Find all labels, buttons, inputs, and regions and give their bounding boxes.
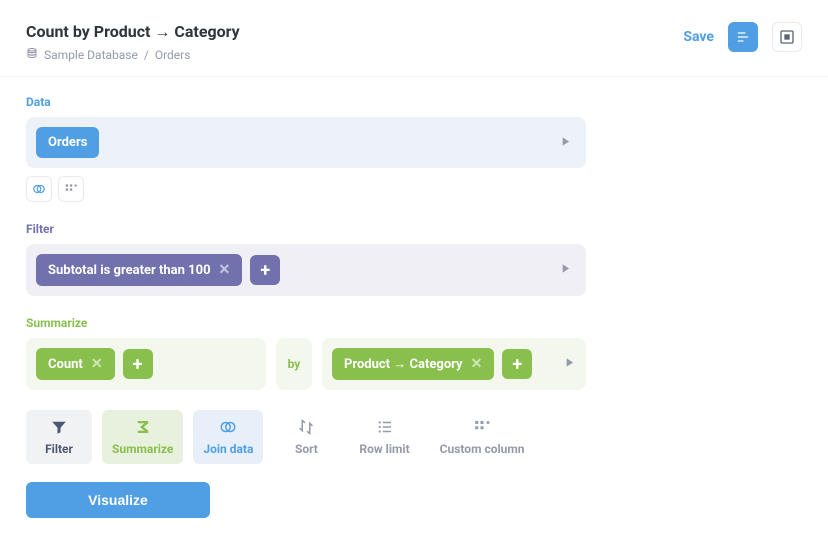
data-mini-actions bbox=[26, 176, 802, 202]
add-aggregation-button[interactable]: + bbox=[123, 349, 153, 379]
summarize-bar: Count ✕ + by Product → Category ✕ + bbox=[26, 338, 586, 390]
by-label: by bbox=[276, 338, 312, 390]
expand-icon-button[interactable] bbox=[772, 22, 802, 52]
database-icon bbox=[26, 47, 38, 62]
sort-action-label: Sort bbox=[295, 442, 318, 456]
breakout-cell: Product → Category ✕ + bbox=[322, 338, 586, 390]
summarize-section: Summarize Count ✕ + by Product → Categor… bbox=[26, 316, 802, 390]
remove-breakout-icon[interactable]: ✕ bbox=[471, 356, 483, 372]
page-title: Count by Product → Category bbox=[26, 22, 240, 42]
header: Count by Product → Category Sample Datab… bbox=[0, 0, 828, 77]
editor-view-button[interactable] bbox=[728, 22, 758, 52]
add-filter-button[interactable]: + bbox=[250, 255, 280, 285]
preview-filter-button[interactable] bbox=[558, 261, 572, 280]
query-editor: Data Orders Filter Subtotal is greater t… bbox=[0, 77, 828, 536]
breadcrumb-sep: / bbox=[144, 48, 149, 62]
summarize-action-label: Summarize bbox=[112, 442, 173, 456]
sort-action[interactable]: Sort bbox=[273, 410, 339, 464]
custom-column-icon-button[interactable] bbox=[58, 176, 84, 202]
summarize-action[interactable]: Summarize bbox=[102, 410, 183, 464]
header-actions: Save bbox=[683, 22, 802, 52]
filter-action-label: Filter bbox=[45, 442, 73, 456]
step-actions: Filter Summarize Join data Sort Row limi… bbox=[26, 410, 802, 464]
filter-chip-label: Subtotal is greater than 100 bbox=[48, 263, 211, 278]
breadcrumb-db[interactable]: Sample Database bbox=[44, 48, 138, 62]
save-button[interactable]: Save bbox=[683, 29, 714, 45]
visualize-button[interactable]: Visualize bbox=[26, 482, 210, 518]
aggregation-cell: Count ✕ + bbox=[26, 338, 266, 390]
preview-data-button[interactable] bbox=[558, 133, 572, 152]
breadcrumb-table[interactable]: Orders bbox=[155, 48, 191, 62]
filter-section: Filter Subtotal is greater than 100 ✕ + bbox=[26, 222, 802, 296]
filter-action[interactable]: Filter bbox=[26, 410, 92, 464]
rowlimit-action[interactable]: Row limit bbox=[349, 410, 419, 464]
preview-summarize-button[interactable] bbox=[562, 355, 576, 374]
aggregation-chip[interactable]: Count ✕ bbox=[36, 348, 115, 380]
breadcrumb: Sample Database / Orders bbox=[26, 47, 240, 62]
join-icon-button[interactable] bbox=[26, 176, 52, 202]
remove-aggregation-icon[interactable]: ✕ bbox=[91, 356, 103, 372]
data-source-chip[interactable]: Orders bbox=[36, 127, 99, 158]
filter-label: Filter bbox=[26, 222, 802, 236]
data-label: Data bbox=[26, 95, 802, 109]
customcol-action[interactable]: Custom column bbox=[430, 410, 535, 464]
remove-filter-icon[interactable]: ✕ bbox=[219, 262, 231, 278]
join-action-label: Join data bbox=[203, 442, 253, 456]
data-section: Data Orders bbox=[26, 95, 802, 202]
breakout-label: Product → Category bbox=[344, 356, 463, 372]
add-breakout-button[interactable]: + bbox=[502, 349, 532, 379]
summarize-label: Summarize bbox=[26, 316, 802, 330]
data-source-label: Orders bbox=[48, 135, 87, 150]
customcol-action-label: Custom column bbox=[440, 442, 525, 456]
rowlimit-action-label: Row limit bbox=[359, 442, 409, 456]
filter-chip[interactable]: Subtotal is greater than 100 ✕ bbox=[36, 254, 242, 286]
breakout-chip[interactable]: Product → Category ✕ bbox=[332, 348, 494, 380]
data-bar: Orders bbox=[26, 117, 586, 168]
aggregation-label: Count bbox=[48, 357, 83, 372]
join-action[interactable]: Join data bbox=[193, 410, 263, 464]
filter-bar: Subtotal is greater than 100 ✕ + bbox=[26, 244, 586, 296]
